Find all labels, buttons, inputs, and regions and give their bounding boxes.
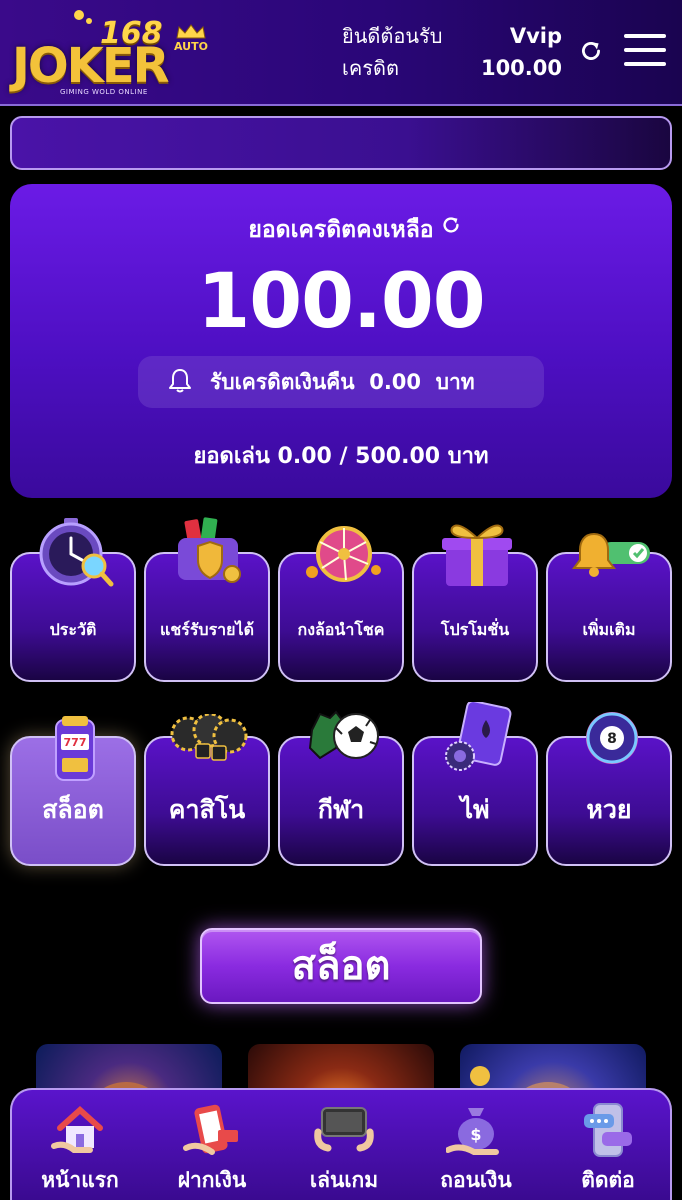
turnover-text: ยอดเล่น 0.00 / 500.00 บาท bbox=[193, 444, 489, 469]
menu-tile-label: ประวัติ bbox=[49, 620, 97, 639]
nav-label: ติดต่อ bbox=[581, 1168, 635, 1192]
lottery-ball-icon: 8 bbox=[586, 712, 638, 764]
bell-icon bbox=[169, 369, 191, 393]
nav-label: เล่นเกม bbox=[309, 1168, 379, 1192]
user-block: Vvip 100.00 bbox=[481, 20, 562, 84]
balance-card: ยอดเครดิตคงเหลือ 100.00 รับเครดิตเงินคืน… bbox=[10, 184, 672, 498]
wallet-shield-icon bbox=[178, 517, 241, 583]
menu-tile-label: แชร์รับรายได้ bbox=[160, 620, 254, 639]
menu-tile-more[interactable]: เพิ่มเติม bbox=[546, 532, 672, 682]
crown-icon bbox=[176, 24, 206, 39]
nav-label: หน้าแรก bbox=[41, 1168, 119, 1192]
nav-item-withdraw[interactable]: $ ถอนเงิน bbox=[410, 1090, 542, 1200]
category-tab-label: กีฬา bbox=[317, 795, 365, 824]
casino-chips-icon bbox=[170, 714, 248, 761]
balance-title: ยอดเครดิตคงเหลือ bbox=[248, 217, 434, 243]
prize-wheel-icon bbox=[306, 526, 381, 582]
svg-text:$: $ bbox=[470, 1125, 481, 1144]
category-tab-label: หวย bbox=[586, 795, 632, 824]
category-tab-label: ไพ่ bbox=[460, 795, 490, 824]
playing-cards-icon bbox=[445, 702, 512, 771]
cashback-value: 0.00 bbox=[369, 370, 422, 394]
home-icon bbox=[51, 1105, 103, 1153]
bottom-nav: หน้าแรก ฝากเงิน เล่นเกม $ ถอนเงิน ติดต่อ bbox=[10, 1088, 672, 1200]
menu-tile-promotion[interactable]: โปรโมชั่น bbox=[412, 524, 538, 682]
cashback-label: รับเครดิตเงินคืน bbox=[210, 370, 355, 394]
joker-168-logo[interactable]: 168 AUTO JOKER GIMING WOLD ONLINE bbox=[12, 10, 212, 96]
nav-label: ถอนเงิน bbox=[440, 1168, 512, 1192]
chat-phone-icon bbox=[584, 1103, 632, 1157]
menu-tile-label: เพิ่มเติม bbox=[582, 620, 636, 639]
category-tab-casino[interactable]: คาสิโน bbox=[144, 714, 270, 866]
category-tab-label: คาสิโน bbox=[168, 795, 246, 824]
slot-machine-icon: 777 bbox=[55, 716, 95, 781]
gift-box-icon bbox=[442, 524, 512, 586]
category-tab-sport[interactable]: กีฬา bbox=[278, 710, 404, 866]
credit-label: เครดิต bbox=[342, 56, 399, 80]
game-phone-icon bbox=[314, 1107, 374, 1152]
bell-toggle-icon bbox=[572, 532, 650, 577]
menu-tile-label: กงล้อนำโชค bbox=[297, 620, 385, 639]
nav-label: ฝากเงิน bbox=[177, 1168, 247, 1192]
menu-tile-label: โปรโมชั่น bbox=[440, 620, 510, 639]
svg-text:777: 777 bbox=[64, 736, 87, 749]
hamburger-menu-icon[interactable] bbox=[624, 34, 666, 68]
cashback-button[interactable]: รับเครดิตเงินคืน 0.00 บาท bbox=[138, 356, 544, 408]
username: Vvip bbox=[509, 24, 562, 48]
cashback-text: รับเครดิตเงินคืน 0.00 บาท bbox=[210, 356, 475, 408]
nav-item-contact[interactable]: ติดต่อ bbox=[542, 1090, 674, 1200]
logo-tagline: GIMING WOLD ONLINE bbox=[60, 88, 148, 96]
menu-tile-share-income[interactable]: แชร์รับรายได้ bbox=[144, 517, 270, 682]
logo-badge: AUTO bbox=[174, 40, 208, 53]
cashback-unit: บาท bbox=[435, 370, 475, 394]
nav-item-play-game[interactable]: เล่นเกม bbox=[278, 1090, 410, 1200]
menu-tile-lucky-wheel[interactable]: กงล้อนำโชค bbox=[278, 526, 404, 682]
refresh-icon[interactable] bbox=[578, 38, 604, 64]
category-tab-cards[interactable]: ไพ่ bbox=[412, 702, 538, 866]
welcome-label: ยินดีต้อนรับ bbox=[342, 24, 443, 48]
category-tab-label: สล็อต bbox=[42, 795, 104, 824]
nav-item-home[interactable]: หน้าแรก bbox=[14, 1090, 146, 1200]
menu-tile-history[interactable]: ประวัติ bbox=[10, 518, 136, 682]
money-bag-icon: $ bbox=[446, 1108, 499, 1155]
refresh-balance-icon[interactable] bbox=[440, 214, 462, 236]
announcement-bar bbox=[10, 116, 672, 170]
slot-section-button[interactable]: สล็อต bbox=[200, 928, 482, 1004]
category-tab-slot[interactable]: 777 สล็อต bbox=[10, 716, 136, 866]
stopwatch-magnifier-icon bbox=[39, 518, 114, 587]
deposit-phone-icon bbox=[183, 1104, 238, 1155]
nav-item-deposit[interactable]: ฝากเงิน bbox=[146, 1090, 278, 1200]
welcome-block: ยินดีต้อนรับ เครดิต bbox=[342, 20, 443, 84]
header: 168 AUTO JOKER GIMING WOLD ONLINE ยินดีต… bbox=[0, 0, 682, 106]
header-credit-value: 100.00 bbox=[480, 56, 562, 80]
balance-amount: 100.00 bbox=[197, 256, 485, 345]
svg-text:8: 8 bbox=[607, 731, 617, 747]
soccer-ball-icon bbox=[308, 710, 379, 760]
category-tab-lottery[interactable]: 8 หวย bbox=[546, 712, 672, 866]
logo-wordmark: JOKER bbox=[12, 38, 170, 94]
